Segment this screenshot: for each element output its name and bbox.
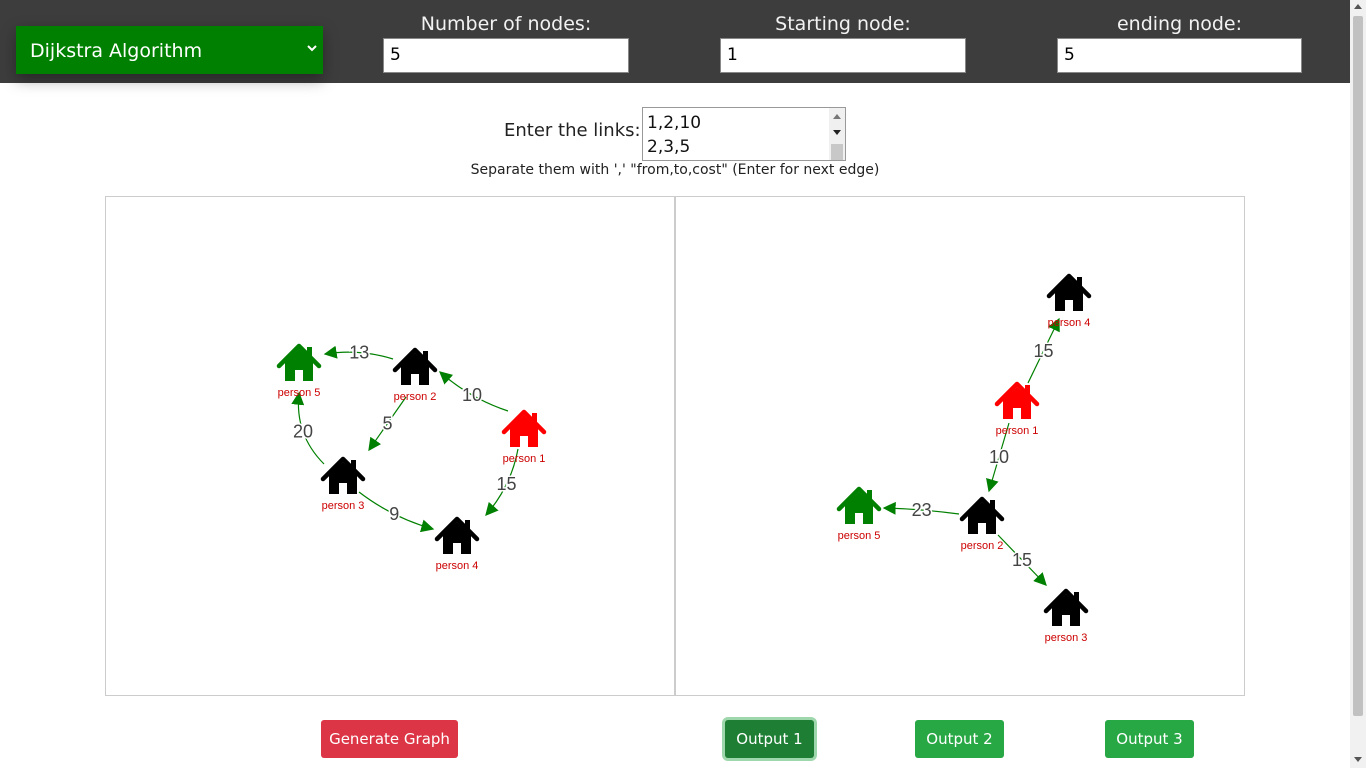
- top-toolbar: Dijkstra Algorithm Number of nodes: 5 St…: [0, 0, 1350, 83]
- number-of-nodes-input[interactable]: 5: [383, 38, 629, 73]
- resize-handle[interactable]: [831, 144, 843, 160]
- graph-edge: 13: [323, 341, 394, 364]
- links-line: 1,2,10: [647, 113, 702, 133]
- edge-cost-label: 5: [382, 414, 392, 434]
- page-scrollbar[interactable]: [1350, 0, 1366, 768]
- starting-node-label: Starting node:: [775, 13, 911, 35]
- graph-edge: 23: [882, 499, 960, 522]
- starting-node-group: Starting node: 1: [720, 12, 966, 73]
- house-icon: [836, 486, 882, 524]
- edge-cost-label: 13: [349, 343, 369, 363]
- house-icon: [276, 343, 322, 381]
- output-1-button[interactable]: Output 1: [725, 720, 814, 758]
- edge-cost-label: 15: [496, 474, 516, 494]
- house-node[interactable]: person 1: [501, 409, 547, 465]
- node-label: person 2: [961, 540, 1004, 552]
- node-label: person 2: [394, 391, 437, 403]
- node-label: person 4: [1048, 317, 1091, 329]
- edge-cost-label: 15: [1033, 341, 1053, 361]
- input-graph-canvas[interactable]: 10 5 9 15 20 13 person 1 person 2 person 3 person…: [106, 197, 675, 696]
- house-node[interactable]: person 2: [392, 347, 438, 403]
- scroll-down-arrow-icon[interactable]: [833, 130, 841, 135]
- graph-edge: 10: [439, 371, 509, 412]
- output-3-button[interactable]: Output 3: [1105, 720, 1194, 758]
- ending-node-group: ending node: 5: [1057, 12, 1302, 73]
- algorithm-select[interactable]: Dijkstra Algorithm: [16, 26, 323, 74]
- edge-cost-label: 20: [293, 421, 313, 441]
- links-line: 2,3,5: [647, 137, 691, 157]
- house-node[interactable]: person 3: [320, 456, 366, 512]
- graph-edge: 20: [291, 391, 325, 465]
- generate-graph-button[interactable]: Generate Graph: [321, 720, 458, 758]
- house-node[interactable]: person 4: [434, 516, 480, 572]
- house-node[interactable]: person 3: [1043, 588, 1089, 644]
- house-icon: [1043, 588, 1089, 626]
- house-node[interactable]: person 5: [836, 486, 882, 542]
- house-node[interactable]: person 5: [276, 343, 322, 399]
- node-label: person 1: [996, 425, 1039, 437]
- scroll-down-arrow-icon[interactable]: [1354, 757, 1362, 762]
- edge-cost-label: 15: [1012, 550, 1032, 570]
- starting-node-input[interactable]: 1: [720, 38, 966, 73]
- house-node[interactable]: person 1: [994, 381, 1040, 437]
- house-icon: [434, 516, 480, 554]
- textarea-scrollbar[interactable]: [829, 108, 845, 160]
- house-icon: [1046, 273, 1092, 311]
- node-label: person 1: [503, 453, 546, 465]
- scroll-up-arrow-icon[interactable]: [833, 114, 841, 119]
- scroll-up-arrow-icon[interactable]: [1354, 4, 1362, 9]
- chevron-down-icon: [307, 45, 317, 52]
- house-node[interactable]: person 2: [959, 496, 1005, 552]
- input-graph-panel: 10 5 9 15 20 13 person 1 person 2 person 3 person…: [105, 196, 675, 696]
- house-icon: [994, 381, 1040, 419]
- graph-edge: 9: [358, 491, 435, 533]
- output-graph-canvas[interactable]: 15 10 23 15 person 4 person 1 person 2 person 5…: [676, 197, 1245, 696]
- node-label: person 3: [1045, 632, 1088, 644]
- house-icon: [959, 496, 1005, 534]
- links-textarea[interactable]: 1,2,10 2,3,5: [642, 107, 846, 161]
- node-label: person 5: [278, 387, 321, 399]
- edge-cost-label: 23: [912, 500, 932, 520]
- house-icon: [501, 409, 547, 447]
- house-icon: [392, 347, 438, 385]
- number-of-nodes-label: Number of nodes:: [420, 13, 592, 35]
- node-label: person 3: [322, 500, 365, 512]
- ending-node-label: ending node:: [1116, 13, 1243, 35]
- links-label: Enter the links:: [504, 120, 641, 141]
- graph-edge: 15: [997, 534, 1047, 586]
- output-2-button[interactable]: Output 2: [915, 720, 1004, 758]
- edge-cost-label: 10: [989, 447, 1009, 467]
- links-row: Enter the links: 1,2,10 2,3,5: [0, 106, 1350, 162]
- node-label: person 4: [436, 560, 479, 572]
- output-graph-panel: 15 10 23 15 person 4 person 1 person 2 person 5…: [675, 196, 1245, 696]
- number-of-nodes-group: Number of nodes: 5: [383, 12, 629, 73]
- house-icon: [320, 456, 366, 494]
- graph-edge: 5: [368, 396, 407, 452]
- ending-node-input[interactable]: 5: [1057, 38, 1302, 73]
- scrollbar-thumb[interactable]: [1353, 16, 1363, 716]
- house-node[interactable]: person 4: [1046, 273, 1092, 329]
- algorithm-select-value: Dijkstra Algorithm: [30, 40, 203, 62]
- edge-cost-label: 10: [462, 385, 482, 405]
- node-label: person 5: [838, 530, 881, 542]
- links-hint: Separate them with ',' "from,to,cost" (E…: [470, 162, 880, 178]
- edge-cost-label: 9: [389, 504, 399, 524]
